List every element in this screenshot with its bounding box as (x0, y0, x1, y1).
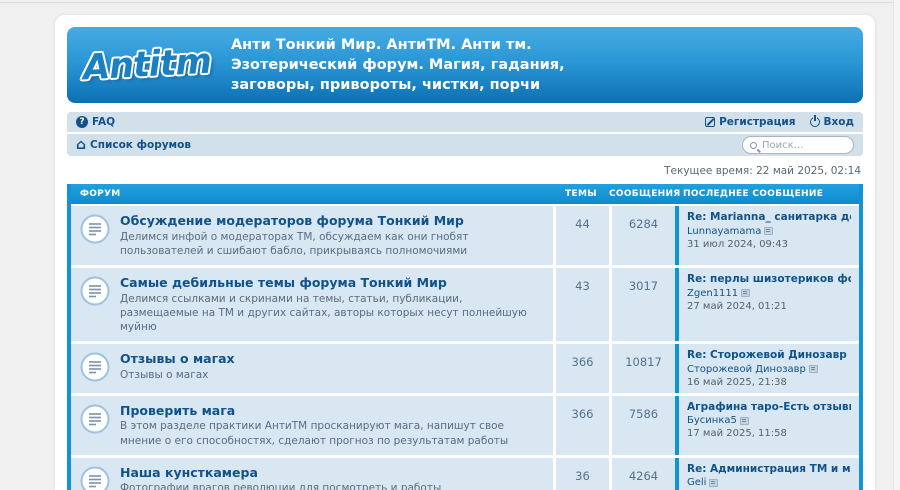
column-header-topics: ТЕМЫ (565, 189, 597, 199)
board-index-link[interactable]: ⌂ Список форумов (76, 137, 192, 153)
goto-last-post-icon[interactable] (741, 289, 751, 298)
forum-row: Обсуждение модераторов форума Тонкий Мир… (71, 204, 859, 265)
last-post-date: 31 июл 2024, 09:43 (687, 238, 789, 250)
goto-last-post-icon[interactable] (808, 365, 818, 374)
forum-title-link[interactable]: Самые дебильные темы форума Тонкий Мир (120, 275, 544, 291)
topics-count: 366 (553, 344, 609, 393)
last-post-cell: Re: перлы шизотериков форума … Zgen1111 … (675, 267, 859, 342)
goto-last-post-icon[interactable] (764, 227, 774, 236)
last-post-cell: Re: Marianna_ санитарка дела… Lunnayamam… (675, 206, 859, 265)
forum-row: Самые дебильные темы форума Тонкий Мир Д… (71, 264, 859, 342)
forum-description: Делимся инфой о модераторах ТМ, обсуждае… (120, 230, 469, 257)
last-post-cell: Re: Администрация ТМ и модера… Geli 05 м… (675, 457, 859, 490)
register-label: Регистрация (719, 116, 796, 128)
last-post-author-line[interactable]: Бусинка5 (687, 414, 851, 427)
question-icon: ? (76, 116, 88, 128)
last-post-subject-link[interactable]: Re: Администрация ТМ и модера… (687, 463, 851, 477)
site-title: Анти Тонкий Мир. АнтиТМ. Анти тм. Эзотер… (230, 36, 565, 94)
forum-row: Отзывы о магах Отзывы о магах 366 10817 … (71, 341, 859, 393)
last-post-author-line[interactable]: Geli (687, 476, 851, 489)
column-header-last-post: ПОСЛЕДНЕЕ СООБЩЕНИЕ (683, 189, 824, 199)
last-post-date: 16 май 2025, 21:38 (687, 376, 787, 388)
forum-description: В этом разделе практики АнтиТМ просканир… (120, 420, 509, 447)
page-top-divider (0, 2, 900, 3)
last-post-cell: Аграфина таро-Есть отзывы? Бусинка5 17 м… (675, 395, 859, 455)
topics-count: 43 (553, 267, 609, 342)
last-post-author[interactable]: Geli (687, 476, 706, 489)
nav-row-top: ? FAQ Регистрация Вход (67, 112, 863, 134)
posts-count: 6284 (609, 206, 675, 265)
forum-topic-icon (80, 214, 110, 244)
search-input[interactable] (762, 139, 842, 151)
forum-table: ФОРУМ ТЕМЫ СООБЩЕНИЯ ПОСЛЕДНЕЕ СООБЩЕНИЕ… (67, 184, 863, 490)
forum-rows: Обсуждение модераторов форума Тонкий Мир… (71, 204, 859, 490)
last-post-cell: Re: Сторожевой Динозавр Сторожевой Диноз… (675, 344, 859, 393)
forum-cell: Наша кунсткамера Фотографии врагов револ… (71, 458, 553, 490)
forum-title-link[interactable]: Проверить мага (120, 403, 544, 419)
forum-cell: Самые дебильные темы форума Тонкий Мир Д… (71, 268, 553, 341)
forum-table-header: ФОРУМ ТЕМЫ СООБЩЕНИЯ ПОСЛЕДНЕЕ СООБЩЕНИЕ (71, 184, 859, 204)
last-post-subject-link[interactable]: Re: Сторожевой Динозавр (687, 349, 851, 363)
current-time: Текущее время: 22 май 2025, 02:14 (664, 165, 861, 177)
faq-link[interactable]: ? FAQ (76, 116, 115, 128)
site-banner: Antitm Анти Тонкий Мир. АнтиТМ. Анти тм.… (67, 27, 863, 103)
forum-row: Проверить мага В этом разделе практики А… (71, 392, 859, 455)
forum-page-card: Antitm Анти Тонкий Мир. АнтиТМ. Анти тм.… (55, 15, 875, 490)
topics-count: 366 (553, 395, 609, 455)
forum-description: Делимся ссылками и скринами на темы, ста… (120, 292, 527, 333)
last-post-author-line[interactable]: Сторожевой Динозавр (687, 363, 851, 376)
search-box[interactable] (742, 136, 854, 154)
forum-title-link[interactable]: Обсуждение модераторов форума Тонкий Мир (120, 213, 544, 229)
last-post-author-line[interactable]: Lunnayamama (687, 225, 851, 238)
posts-count: 10817 (609, 344, 675, 393)
last-post-date: 17 май 2025, 11:58 (687, 428, 787, 440)
login-link[interactable]: Вход (809, 115, 854, 128)
register-link[interactable]: Регистрация (705, 116, 796, 128)
forum-cell: Проверить мага В этом разделе практики А… (71, 396, 553, 455)
faq-label: FAQ (92, 116, 116, 128)
scrollbar-track[interactable] (893, 0, 900, 490)
posts-count: 3017 (609, 267, 675, 342)
posts-count: 7586 (609, 395, 675, 455)
topics-count: 44 (553, 206, 609, 265)
home-icon: ⌂ (76, 137, 87, 153)
forum-row: Наша кунсткамера Фотографии врагов револ… (71, 454, 859, 490)
login-label: Вход (823, 116, 854, 128)
forum-topic-icon (80, 352, 110, 382)
nav-bars: ? FAQ Регистрация Вход ⌂ Список форумов … (67, 112, 863, 156)
forum-cell: Отзывы о магах Отзывы о магах (71, 344, 553, 393)
last-post-subject-link[interactable]: Re: перлы шизотериков форума … (687, 273, 851, 287)
search-icon (750, 141, 757, 149)
register-icon (705, 117, 716, 127)
forum-topic-icon (80, 466, 110, 490)
forum-description: Отзывы о магах (120, 368, 209, 381)
topics-count: 36 (553, 457, 609, 490)
forum-topic-icon (80, 276, 110, 306)
forum-cell: Обсуждение модераторов форума Тонкий Мир… (71, 206, 553, 265)
board-index-label: Список форумов (90, 139, 192, 151)
goto-last-post-icon[interactable] (709, 478, 719, 487)
forum-topic-icon (80, 404, 110, 434)
nav-row-breadcrumb: ⌂ Список форумов (67, 134, 863, 156)
column-header-forum: ФОРУМ (80, 189, 121, 199)
last-post-author[interactable]: Бусинка5 (687, 414, 737, 427)
power-icon (809, 115, 820, 127)
last-post-author[interactable]: Сторожевой Динозавр (687, 363, 806, 376)
last-post-subject-link[interactable]: Re: Marianna_ санитарка дела… (687, 211, 851, 225)
last-post-author-line[interactable]: Zgen1111 (687, 287, 851, 300)
last-post-date: 27 май 2024, 01:21 (687, 300, 787, 312)
forum-title-link[interactable]: Наша кунсткамера (120, 465, 441, 481)
goto-last-post-icon[interactable] (739, 416, 749, 425)
site-logo[interactable]: Antitm (82, 42, 212, 89)
column-header-posts: СООБЩЕНИЯ (609, 189, 681, 199)
last-post-author[interactable]: Lunnayamama (687, 225, 761, 238)
forum-title-link[interactable]: Отзывы о магах (120, 351, 235, 367)
forum-description: Фотографии врагов революции для посмотре… (120, 482, 442, 490)
last-post-author[interactable]: Zgen1111 (687, 287, 738, 300)
last-post-subject-link[interactable]: Аграфина таро-Есть отзывы? (687, 401, 851, 415)
posts-count: 4264 (609, 457, 675, 490)
